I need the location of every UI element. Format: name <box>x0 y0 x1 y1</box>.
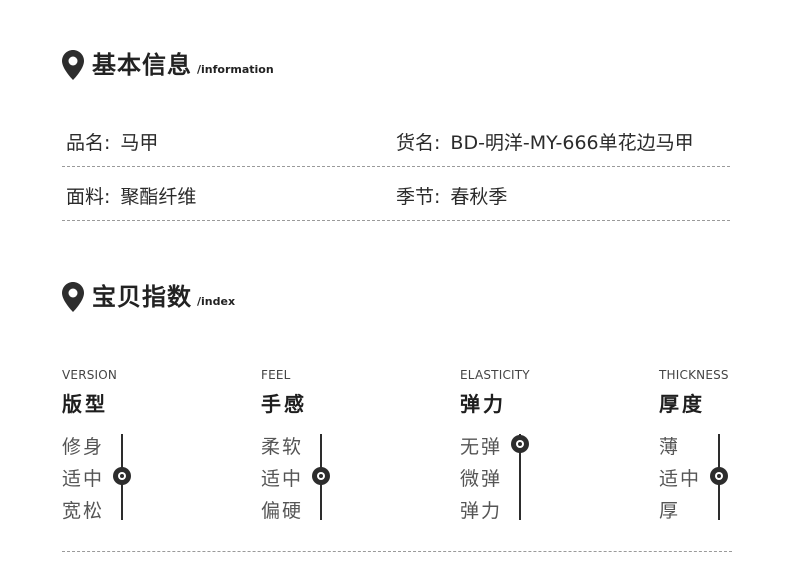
metric-option: 柔软 <box>261 436 304 458</box>
item-number-value: BD-明洋-MY-666单花边马甲 <box>450 132 694 154</box>
metric-cn-label: 版型 <box>62 392 108 416</box>
metric-option: 适中 <box>261 468 304 490</box>
metric-en-label: THICKNESS <box>659 368 729 382</box>
metric-option: 厚 <box>659 500 681 522</box>
metric-en-label: FEEL <box>261 368 291 382</box>
basic-info-title: 基本信息 <box>92 51 192 79</box>
season-label: 季节: <box>396 186 441 208</box>
item-number-label: 货名: <box>396 132 441 154</box>
info-row: 面料: 聚酯纤维 季节: 春秋季 <box>62 182 730 221</box>
product-name-value: 马甲 <box>120 132 159 154</box>
basic-info-subtitle: /information <box>197 63 274 76</box>
metric-elasticity: ELASTICITY 弹力 无弹 微弹 弹力 <box>460 368 610 528</box>
fabric-value: 聚酯纤维 <box>120 186 197 208</box>
metric-option: 宽松 <box>62 500 105 522</box>
fabric-label: 面料: <box>66 186 111 208</box>
index-subtitle: /index <box>197 295 236 308</box>
metric-en-label: ELASTICITY <box>460 368 530 382</box>
metric-option: 适中 <box>659 468 702 490</box>
basic-info-heading: 基本信息 /information <box>62 50 274 80</box>
product-name-label: 品名: <box>66 132 111 154</box>
metric-option: 修身 <box>62 436 105 458</box>
bottom-divider <box>62 551 732 552</box>
metric-cn-label: 手感 <box>261 392 307 416</box>
metric-cn-label: 弹力 <box>460 392 506 416</box>
metric-feel: FEEL 手感柔软适中偏硬 <box>261 368 411 528</box>
metric-option: 薄 <box>659 436 681 458</box>
metric-version: VERSION 版型修身适中宽松 <box>62 368 212 528</box>
metric-level-indicator <box>312 467 330 485</box>
metric-en-label: VERSION <box>62 368 118 382</box>
metric-option: 无弹 <box>460 436 503 458</box>
fabric-field: 面料: 聚酯纤维 <box>66 182 196 209</box>
metric-option: 偏硬 <box>261 500 304 522</box>
info-row: 品名: 马甲 货名: BD-明洋-MY-666单花边马甲 <box>62 128 730 167</box>
location-pin-icon <box>62 282 84 312</box>
location-pin-icon <box>62 50 84 80</box>
metric-option: 适中 <box>62 468 105 490</box>
season-value: 春秋季 <box>450 186 508 208</box>
product-name-field: 品名: 马甲 <box>66 128 158 155</box>
index-title: 宝贝指数 <box>92 283 192 311</box>
metric-cn-label: 厚度 <box>659 392 705 416</box>
metric-thickness: THICKNESS 厚度薄适中厚 <box>659 368 790 528</box>
metric-option: 微弹 <box>460 468 503 490</box>
metric-option: 弹力 <box>460 500 503 522</box>
item-number-field: 货名: BD-明洋-MY-666单花边马甲 <box>396 128 694 155</box>
index-heading: 宝贝指数 /index <box>62 282 235 312</box>
metric-level-indicator <box>710 467 728 485</box>
metric-level-indicator <box>511 435 529 453</box>
season-field: 季节: 春秋季 <box>396 182 507 209</box>
metric-level-indicator <box>113 467 131 485</box>
